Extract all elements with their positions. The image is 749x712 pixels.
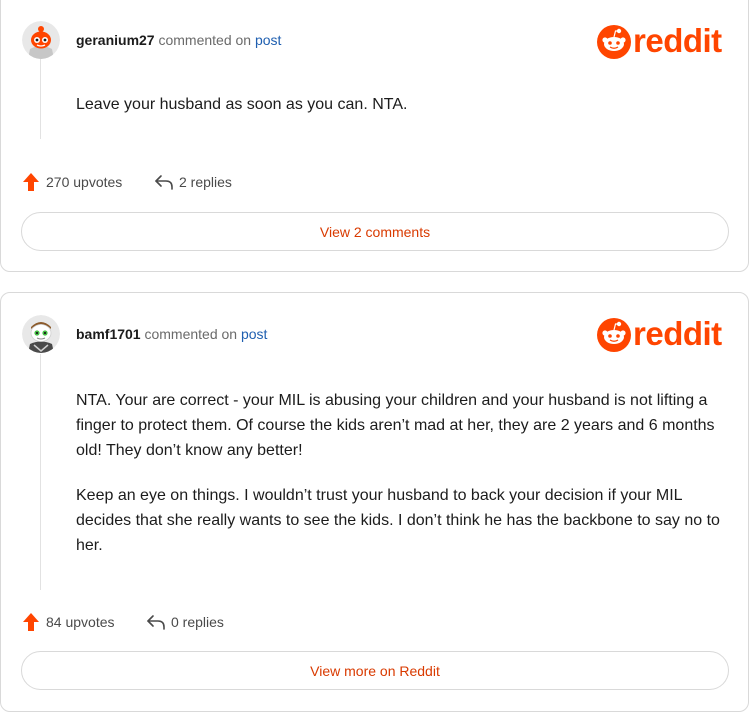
reddit-logo[interactable]: reddit bbox=[597, 315, 729, 353]
comment-header: geranium27 commented on post bbox=[76, 31, 281, 49]
commented-on-text: commented on bbox=[144, 326, 238, 342]
view-comments-label: View 2 comments bbox=[319, 223, 431, 240]
comment-card: geranium27 commented on post reddit Leav… bbox=[0, 0, 749, 272]
reddit-wordmark: reddit bbox=[633, 315, 722, 352]
view-comments-button[interactable]: View 2 comments bbox=[21, 212, 729, 251]
comment-paragraph: Leave your husband as soon as you can. N… bbox=[76, 96, 408, 113]
thread-line bbox=[40, 354, 41, 590]
upvote-count: 84 upvotes bbox=[46, 614, 115, 630]
replies-button[interactable]: 2 replies bbox=[154, 171, 232, 193]
reddit-snoo-icon bbox=[597, 25, 631, 59]
avatar[interactable] bbox=[22, 21, 60, 59]
upvote-button[interactable]: 270 upvotes bbox=[22, 171, 122, 193]
comment-actions: 84 upvotes 0 replies bbox=[22, 611, 282, 633]
comment-body: NTA. Your are correct - your MIL is abus… bbox=[76, 388, 726, 558]
reply-count: 2 replies bbox=[179, 174, 232, 190]
comment-header: bamf1701 commented on post bbox=[76, 325, 267, 343]
thread-line bbox=[40, 55, 41, 139]
reddit-wordmark: reddit bbox=[633, 22, 722, 59]
avatar[interactable] bbox=[22, 315, 60, 353]
comment-body: Leave your husband as soon as you can. N… bbox=[76, 92, 726, 117]
reply-arrow-icon bbox=[155, 175, 173, 190]
username[interactable]: bamf1701 bbox=[76, 326, 141, 342]
upvote-count: 270 upvotes bbox=[46, 174, 123, 190]
comment-card: bamf1701 commented on post reddit NTA. Y… bbox=[0, 292, 749, 712]
view-more-on-reddit-button[interactable]: View more on Reddit bbox=[21, 651, 729, 690]
reply-count: 0 replies bbox=[171, 614, 224, 630]
reddit-snoo-icon bbox=[597, 318, 631, 352]
upvote-arrow-icon bbox=[23, 173, 39, 191]
comment-paragraph: Keep an eye on things. I wouldn’t trust … bbox=[76, 487, 720, 554]
upvote-arrow-icon bbox=[23, 613, 39, 631]
comment-paragraph: NTA. Your are correct - your MIL is abus… bbox=[76, 392, 715, 459]
post-link[interactable]: post bbox=[255, 32, 281, 48]
replies-button[interactable]: 0 replies bbox=[146, 611, 224, 633]
reddit-logo[interactable]: reddit bbox=[597, 22, 729, 60]
upvote-button[interactable]: 84 upvotes bbox=[22, 611, 115, 633]
commented-on-text: commented on bbox=[158, 32, 252, 48]
username[interactable]: geranium27 bbox=[76, 32, 155, 48]
view-more-label: View more on Reddit bbox=[310, 662, 440, 679]
reply-arrow-icon bbox=[147, 615, 165, 630]
post-link[interactable]: post bbox=[241, 326, 267, 342]
comment-actions: 270 upvotes 2 replies bbox=[22, 171, 282, 193]
